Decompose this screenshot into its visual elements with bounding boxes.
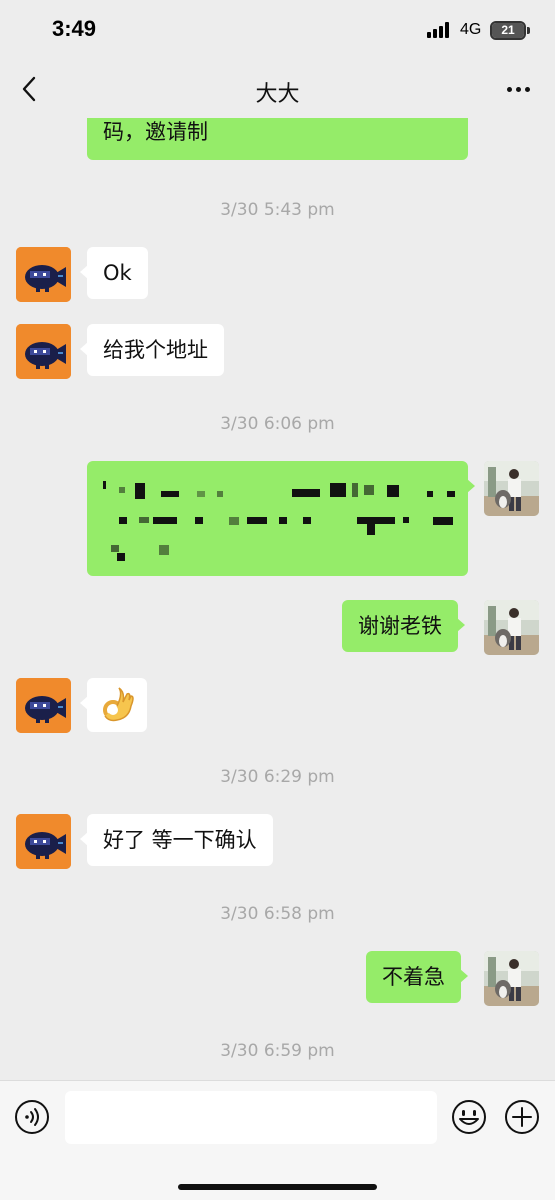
message-bubble-outgoing[interactable]: 不着急 [366, 951, 468, 1003]
message-text: 给我个地址 [103, 338, 208, 362]
avatar-image [484, 600, 539, 655]
contact-avatar[interactable] [16, 324, 71, 379]
status-bar: 3:49 4G 21 [0, 0, 555, 62]
voice-icon [15, 1100, 49, 1134]
chat-title: 大大 [255, 82, 300, 107]
message-text: 好了 等一下确认 [103, 828, 257, 852]
emoji-button[interactable] [451, 1099, 487, 1135]
message-bubble-outgoing[interactable]: 谢谢老铁 [342, 600, 465, 652]
avatar-image [16, 678, 71, 733]
message-input-bar [0, 1080, 555, 1200]
more-functions-button[interactable] [504, 1099, 540, 1135]
message-text: Ok [103, 261, 132, 285]
message-text: 码，邀请制 [103, 120, 208, 144]
my-avatar[interactable] [484, 951, 539, 1006]
message-bubble-incoming[interactable]: Ok [80, 247, 148, 299]
ok-hand-icon [103, 687, 134, 722]
contact-avatar[interactable] [16, 814, 71, 869]
avatar-image [16, 324, 71, 379]
status-time: 3:49 [52, 16, 97, 41]
battery-icon: 21 [490, 21, 526, 40]
home-indicator[interactable] [178, 1184, 377, 1190]
message-list[interactable]: 码，邀请制 3/30 5:43 pm Ok 给我个地址 3/30 6:06 pm… [0, 118, 555, 1080]
redacted-text [87, 461, 468, 576]
message-timestamp: 3/30 6:06 pm [220, 414, 335, 434]
message-bubble-incoming[interactable]: 给我个地址 [80, 324, 224, 376]
voice-button[interactable] [14, 1099, 50, 1135]
network-type: 4G [460, 21, 482, 38]
plus-icon [505, 1100, 539, 1134]
signal-icon [427, 22, 453, 38]
battery-cap [527, 27, 530, 34]
my-avatar[interactable] [484, 461, 539, 516]
message-bubble-incoming[interactable] [80, 678, 147, 732]
contact-avatar[interactable] [16, 678, 71, 733]
avatar-image [484, 461, 539, 516]
message-timestamp: 3/30 6:29 pm [220, 767, 335, 787]
message-text: 谢谢老铁 [358, 614, 442, 638]
message-timestamp: 3/30 6:59 pm [220, 1041, 335, 1061]
emoji-icon [452, 1100, 486, 1134]
message-timestamp: 3/30 5:43 pm [220, 200, 335, 220]
message-bubble-incoming[interactable]: 好了 等一下确认 [80, 814, 273, 866]
more-dots-icon [506, 86, 512, 92]
avatar-image [484, 951, 539, 1006]
message-bubble-redacted[interactable] [87, 461, 475, 576]
contact-avatar[interactable] [16, 247, 71, 302]
message-bubble-outgoing[interactable]: 码，邀请制 [87, 118, 468, 160]
message-timestamp: 3/30 6:58 pm [220, 904, 335, 924]
chat-header: 大大 [0, 62, 555, 118]
avatar-image [16, 247, 71, 302]
my-avatar[interactable] [484, 600, 539, 655]
message-text: 不着急 [382, 965, 445, 989]
battery-level: 21 [492, 23, 524, 38]
message-input[interactable] [65, 1091, 437, 1144]
more-options-button[interactable] [498, 74, 538, 104]
avatar-image [16, 814, 71, 869]
